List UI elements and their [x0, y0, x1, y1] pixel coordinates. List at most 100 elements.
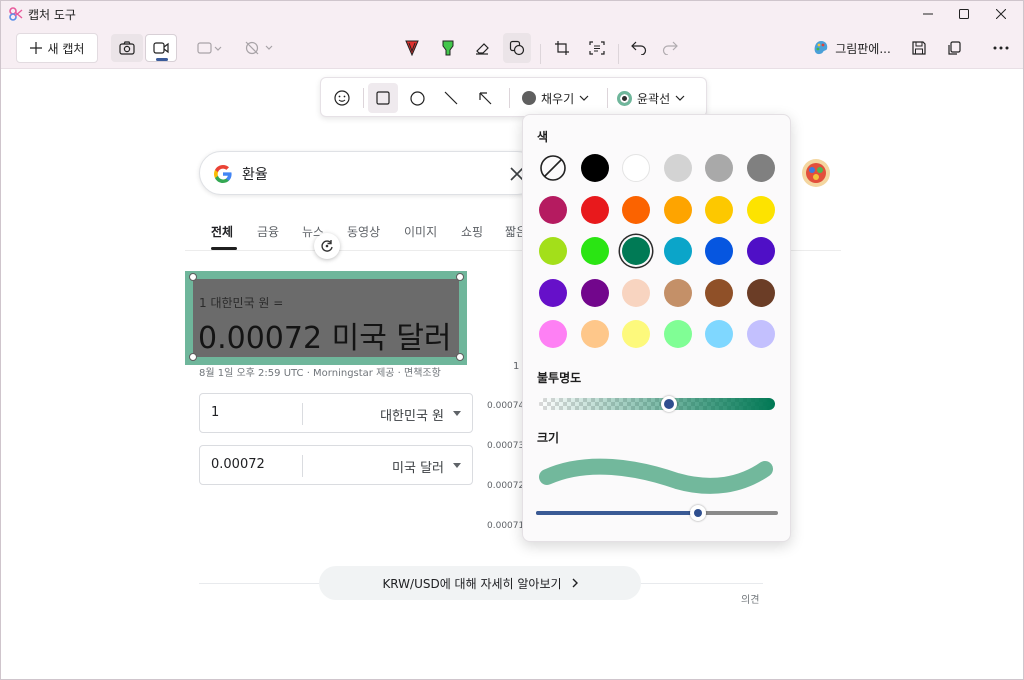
arrow-icon: [479, 92, 492, 105]
color-swatch[interactable]: [663, 154, 692, 182]
tab-videos[interactable]: 동영상: [347, 223, 380, 240]
open-in-paint-button[interactable]: 그림판에...: [807, 33, 897, 63]
undo-button[interactable]: [626, 33, 652, 63]
copy-button[interactable]: [941, 33, 967, 63]
color-swatch[interactable]: [705, 195, 733, 224]
photo-mode-button[interactable]: [111, 34, 143, 62]
tab-images[interactable]: 이미지: [404, 223, 437, 240]
resize-handle-top-right[interactable]: [456, 273, 464, 281]
color-swatch[interactable]: [580, 320, 609, 348]
color-swatch[interactable]: [580, 195, 609, 224]
title-bar: 캡처 도구: [1, 1, 1023, 27]
close-window-button[interactable]: [978, 1, 1023, 27]
rotate-handle[interactable]: [314, 233, 340, 259]
to-amount[interactable]: 0.00072: [211, 457, 265, 472]
color-swatch[interactable]: [746, 320, 775, 348]
color-swatch[interactable]: [746, 154, 775, 182]
highlighter-button[interactable]: [435, 33, 461, 63]
color-swatch[interactable]: [539, 320, 567, 348]
resize-handle-bottom-left[interactable]: [189, 353, 197, 361]
color-swatch[interactable]: [705, 154, 733, 182]
emoji-button[interactable]: [327, 83, 357, 113]
color-swatch[interactable]: [622, 154, 650, 182]
line-shape-button[interactable]: [436, 83, 466, 113]
shape-toolbar-separator: [509, 88, 510, 108]
video-mode-button[interactable]: [145, 34, 177, 62]
color-swatch[interactable]: [580, 237, 609, 265]
google-search-box[interactable]: 환율: [199, 151, 539, 195]
fill-label: 채우기: [541, 91, 575, 106]
color-swatch[interactable]: [539, 237, 567, 265]
to-currency[interactable]: 미국 달러: [392, 457, 444, 476]
from-currency[interactable]: 대한민국 원: [380, 405, 444, 424]
chart-axis-label: 0.00073: [487, 441, 525, 451]
snip-shape-dropdown[interactable]: [193, 33, 227, 63]
profile-avatar[interactable]: [801, 158, 831, 188]
color-swatch[interactable]: [746, 195, 775, 224]
from-amount[interactable]: 1: [211, 405, 219, 420]
color-swatch[interactable]: [580, 278, 609, 307]
crop-button[interactable]: [549, 33, 575, 63]
color-swatch[interactable]: [539, 278, 567, 307]
no-color-swatch[interactable]: [539, 154, 567, 182]
google-g-icon: [214, 165, 232, 183]
color-swatch[interactable]: [705, 237, 733, 265]
delay-dropdown[interactable]: [241, 33, 277, 63]
open-in-paint-label: 그림판에...: [835, 41, 891, 56]
color-swatch[interactable]: [705, 278, 733, 307]
color-swatch[interactable]: [580, 154, 609, 182]
resize-handle-bottom-right[interactable]: [456, 353, 464, 361]
learn-more-button[interactable]: KRW/USD에 대해 자세히 알아보기: [319, 566, 641, 600]
fill-dropdown[interactable]: 채우기: [522, 83, 589, 113]
more-horizontal-icon: [993, 46, 1009, 50]
color-swatch[interactable]: [705, 320, 733, 348]
line-icon: [444, 91, 458, 105]
conversion-label: 1 대한민국 원 =: [199, 296, 284, 310]
ellipse-shape-button[interactable]: [402, 83, 432, 113]
rectangle-snip-icon: [197, 42, 222, 54]
resize-handle-top-left[interactable]: [189, 273, 197, 281]
opacity-slider-track[interactable]: [539, 398, 775, 410]
color-swatch[interactable]: [622, 195, 650, 224]
crop-icon: [555, 41, 569, 55]
color-swatch[interactable]: [539, 195, 567, 224]
redo-button[interactable]: [657, 33, 683, 63]
arrow-shape-button[interactable]: [470, 83, 500, 113]
converter-divider: [302, 455, 303, 477]
outline-dropdown[interactable]: 윤곽선: [617, 83, 685, 113]
size-slider-thumb[interactable]: [690, 505, 707, 521]
more-options-button[interactable]: [987, 33, 1015, 63]
new-capture-label: 새 캡처: [47, 41, 85, 56]
learn-more-label: KRW/USD에 대해 자세히 알아보기: [382, 576, 562, 591]
converter-row-from[interactable]: 1 대한민국 원: [199, 393, 473, 433]
size-heading: 크기: [537, 431, 560, 445]
text-actions-icon: [589, 41, 605, 55]
shapes-button[interactable]: [503, 33, 531, 63]
converter-row-to[interactable]: 0.00072 미국 달러: [199, 445, 473, 485]
save-button[interactable]: [906, 33, 932, 63]
color-swatch[interactable]: [746, 237, 775, 265]
opacity-slider-thumb[interactable]: [660, 396, 677, 412]
ballpoint-pen-button[interactable]: [399, 33, 425, 63]
tab-all[interactable]: 전체: [211, 223, 233, 240]
color-swatch[interactable]: [622, 237, 650, 265]
eraser-button[interactable]: [469, 33, 495, 63]
color-swatch[interactable]: [622, 320, 650, 348]
color-swatch[interactable]: [622, 278, 650, 307]
text-actions-button[interactable]: [584, 33, 610, 63]
search-query: 환율: [242, 167, 268, 183]
color-swatch[interactable]: [663, 320, 692, 348]
new-capture-button[interactable]: 새 캡처: [16, 33, 98, 63]
color-swatch[interactable]: [746, 278, 775, 307]
color-swatch[interactable]: [663, 237, 692, 265]
color-swatch[interactable]: [663, 278, 692, 307]
feedback-link[interactable]: 의견: [741, 591, 759, 606]
tab-shopping[interactable]: 쇼핑: [461, 223, 483, 240]
snipping-tool-app-icon: [9, 7, 23, 21]
timer-off-icon: [245, 41, 273, 55]
maximize-icon: [959, 9, 969, 19]
tab-finance[interactable]: 금융: [257, 223, 279, 240]
close-icon: [996, 9, 1006, 19]
rectangle-shape-button[interactable]: [368, 83, 398, 113]
color-swatch[interactable]: [663, 195, 692, 224]
